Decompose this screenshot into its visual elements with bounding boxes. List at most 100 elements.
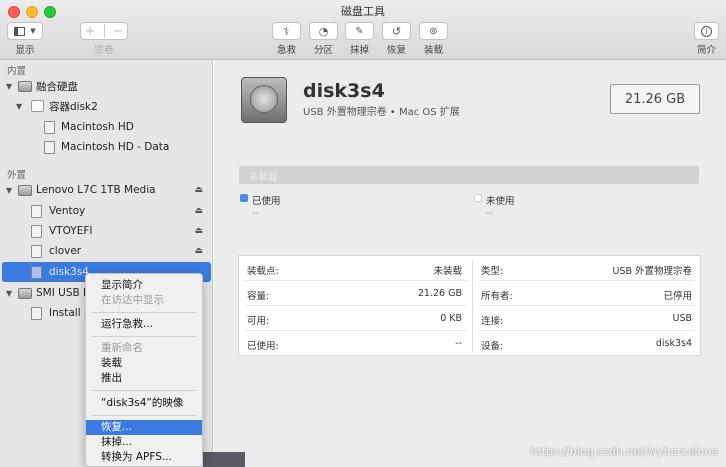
disclosure-triangle-icon[interactable]: ▼ bbox=[6, 289, 12, 298]
volume-icon bbox=[31, 265, 42, 279]
info-key: 装载点: bbox=[247, 266, 279, 277]
partition-button[interactable]: ◔ bbox=[309, 22, 338, 40]
menu-separator bbox=[92, 415, 196, 416]
info-label: 简介 bbox=[696, 45, 716, 56]
info-button[interactable]: i bbox=[694, 22, 719, 40]
menu-item-get-info[interactable]: 显示简介 bbox=[86, 278, 202, 293]
info-key: 连接: bbox=[481, 316, 504, 327]
info-table: 装载点: 未装载 容量: 21.26 GB 可用: 0 KB 已使用: -- 类… bbox=[238, 255, 701, 356]
watermark: https://blog.csdn.net/wybarcelona bbox=[530, 445, 719, 458]
info-value: USB bbox=[672, 313, 692, 324]
erase-label: 抹掉 bbox=[349, 45, 369, 56]
sidebar-item-macintosh-hd[interactable]: Macintosh HD bbox=[0, 117, 213, 137]
mount-icon: ⊚ bbox=[429, 25, 438, 37]
menu-item-convert-apfs[interactable]: 转换为 APFS... bbox=[86, 450, 202, 465]
sidebar-item-label: clover bbox=[49, 245, 82, 257]
sidebar-item-container-disk2[interactable]: ▼ 容器disk2 bbox=[0, 96, 213, 116]
external-section-title: 外置 bbox=[7, 170, 27, 181]
volume-button-group[interactable]: + − bbox=[80, 22, 128, 40]
sidebar-item-lenovo-media[interactable]: ▼ Lenovo L7C 1TB Media ⏏ bbox=[0, 180, 213, 200]
info-value: 21.26 GB bbox=[417, 288, 462, 299]
plus-icon[interactable]: + bbox=[85, 24, 96, 39]
stethoscope-icon: ⚕ bbox=[283, 24, 290, 38]
eject-icon[interactable]: ⏏ bbox=[194, 206, 203, 216]
restore-button[interactable]: ↺ bbox=[382, 22, 411, 40]
menu-item-show-in-finder[interactable]: 在访达中显示 bbox=[86, 293, 202, 308]
usage-bar-label: 未装载 bbox=[249, 172, 278, 183]
first-aid-label: 急救 bbox=[276, 45, 296, 56]
sidebar-item-label: 融合硬盘 bbox=[36, 80, 78, 93]
mount-button[interactable]: ⊚ bbox=[419, 22, 448, 40]
sidebar-item-macintosh-hd-data[interactable]: Macintosh HD - Data bbox=[0, 137, 213, 157]
restore-arrow-icon: ↺ bbox=[391, 24, 402, 38]
volume-icon bbox=[31, 224, 42, 238]
minus-icon[interactable]: − bbox=[113, 24, 124, 39]
view-label: 显示 bbox=[15, 45, 35, 56]
hard-disk-icon bbox=[18, 287, 32, 299]
info-key: 容量: bbox=[247, 291, 270, 302]
eject-icon[interactable]: ⏏ bbox=[194, 226, 203, 236]
eject-icon[interactable]: ⏏ bbox=[194, 185, 203, 195]
menu-item-image[interactable]: “disk3s4”的映像 bbox=[86, 396, 202, 411]
disclosure-triangle-icon[interactable]: ▼ bbox=[16, 102, 22, 111]
external-disk-icon bbox=[241, 77, 287, 123]
sidebar-item-label: Macintosh HD bbox=[61, 121, 134, 133]
used-legend-value: -- bbox=[252, 208, 259, 219]
free-legend-label: 未使用 bbox=[486, 196, 515, 207]
restore-label: 恢复 bbox=[386, 45, 406, 56]
disclosure-triangle-icon[interactable]: ▼ bbox=[6, 186, 12, 195]
menu-item-erase[interactable]: 抹掉... bbox=[86, 435, 202, 450]
used-legend-label: 已使用 bbox=[252, 196, 281, 207]
context-menu: 显示简介 在访达中显示 运行急救... 重新命名 装载 推出 “disk3s4”… bbox=[85, 273, 203, 467]
info-value: 已停用 bbox=[663, 291, 692, 302]
menu-separator bbox=[92, 336, 196, 337]
info-value: disk3s4 bbox=[655, 338, 692, 349]
used-legend-swatch bbox=[240, 194, 248, 202]
volume-icon bbox=[31, 204, 42, 218]
internal-section-title: 内置 bbox=[7, 66, 27, 77]
sidebar-item-label: SMI USB D bbox=[36, 287, 92, 299]
free-legend-value: -- bbox=[486, 208, 493, 219]
volume-label: 宗卷 bbox=[94, 45, 114, 56]
chevron-down-icon: ▼ bbox=[30, 27, 36, 35]
sidebar-item-fusion-drive[interactable]: ▼ 融合硬盘 bbox=[0, 76, 213, 96]
volume-description: USB 外置物理宗卷 • Mac OS 扩展 bbox=[303, 107, 460, 118]
erase-button[interactable]: ✎ bbox=[345, 22, 374, 40]
volume-size: 21.26 GB bbox=[610, 84, 700, 114]
info-value: USB 外置物理宗卷 bbox=[612, 266, 692, 277]
menu-separator bbox=[92, 312, 196, 313]
disclosure-triangle-icon[interactable]: ▼ bbox=[6, 82, 12, 91]
volume-icon bbox=[31, 244, 42, 258]
sidebar-item-label: Macintosh HD - Data bbox=[61, 141, 170, 153]
info-value: 未装载 bbox=[433, 266, 462, 277]
sidebar-item-clover[interactable]: clover ⏏ bbox=[0, 241, 213, 261]
sidebar-item-label: disk3s4 bbox=[49, 266, 89, 278]
info-key: 可用: bbox=[247, 316, 270, 327]
erase-disk-icon: ✎ bbox=[355, 25, 364, 37]
sidebar-item-vtoyefi[interactable]: VTOYEFI ⏏ bbox=[0, 221, 213, 241]
menu-item-eject[interactable]: 推出 bbox=[86, 371, 202, 386]
sidebar-item-label: Lenovo L7C 1TB Media bbox=[36, 184, 156, 196]
info-value: -- bbox=[455, 338, 462, 349]
detail-panel: disk3s4 USB 外置物理宗卷 • Mac OS 扩展 21.26 GB … bbox=[214, 60, 726, 467]
sidebar-item-label: Ventoy bbox=[49, 205, 86, 217]
info-key: 设备: bbox=[481, 341, 504, 352]
pie-icon: ◔ bbox=[318, 24, 329, 38]
desktop-background bbox=[203, 452, 245, 467]
menu-item-mount[interactable]: 装载 bbox=[86, 356, 202, 371]
usage-bar: 未装载 bbox=[239, 166, 699, 184]
mount-label: 装载 bbox=[423, 45, 443, 56]
eject-icon[interactable]: ⏏ bbox=[194, 246, 203, 256]
sidebar-item-label: VTOYEFI bbox=[49, 225, 93, 237]
info-icon: i bbox=[701, 25, 712, 37]
window-title: 磁盘工具 bbox=[341, 5, 385, 18]
menu-item-rename[interactable]: 重新命名 bbox=[86, 341, 202, 356]
free-legend-swatch bbox=[474, 194, 482, 202]
sidebar-item-ventoy[interactable]: Ventoy ⏏ bbox=[0, 201, 213, 221]
menu-item-restore[interactable]: 恢复... bbox=[86, 420, 202, 435]
hard-disk-icon bbox=[18, 184, 32, 196]
first-aid-button[interactable]: ⚕ bbox=[272, 22, 301, 40]
view-button[interactable]: ▼ bbox=[7, 22, 43, 40]
volume-icon bbox=[31, 306, 42, 320]
menu-item-first-aid[interactable]: 运行急救... bbox=[86, 317, 202, 332]
